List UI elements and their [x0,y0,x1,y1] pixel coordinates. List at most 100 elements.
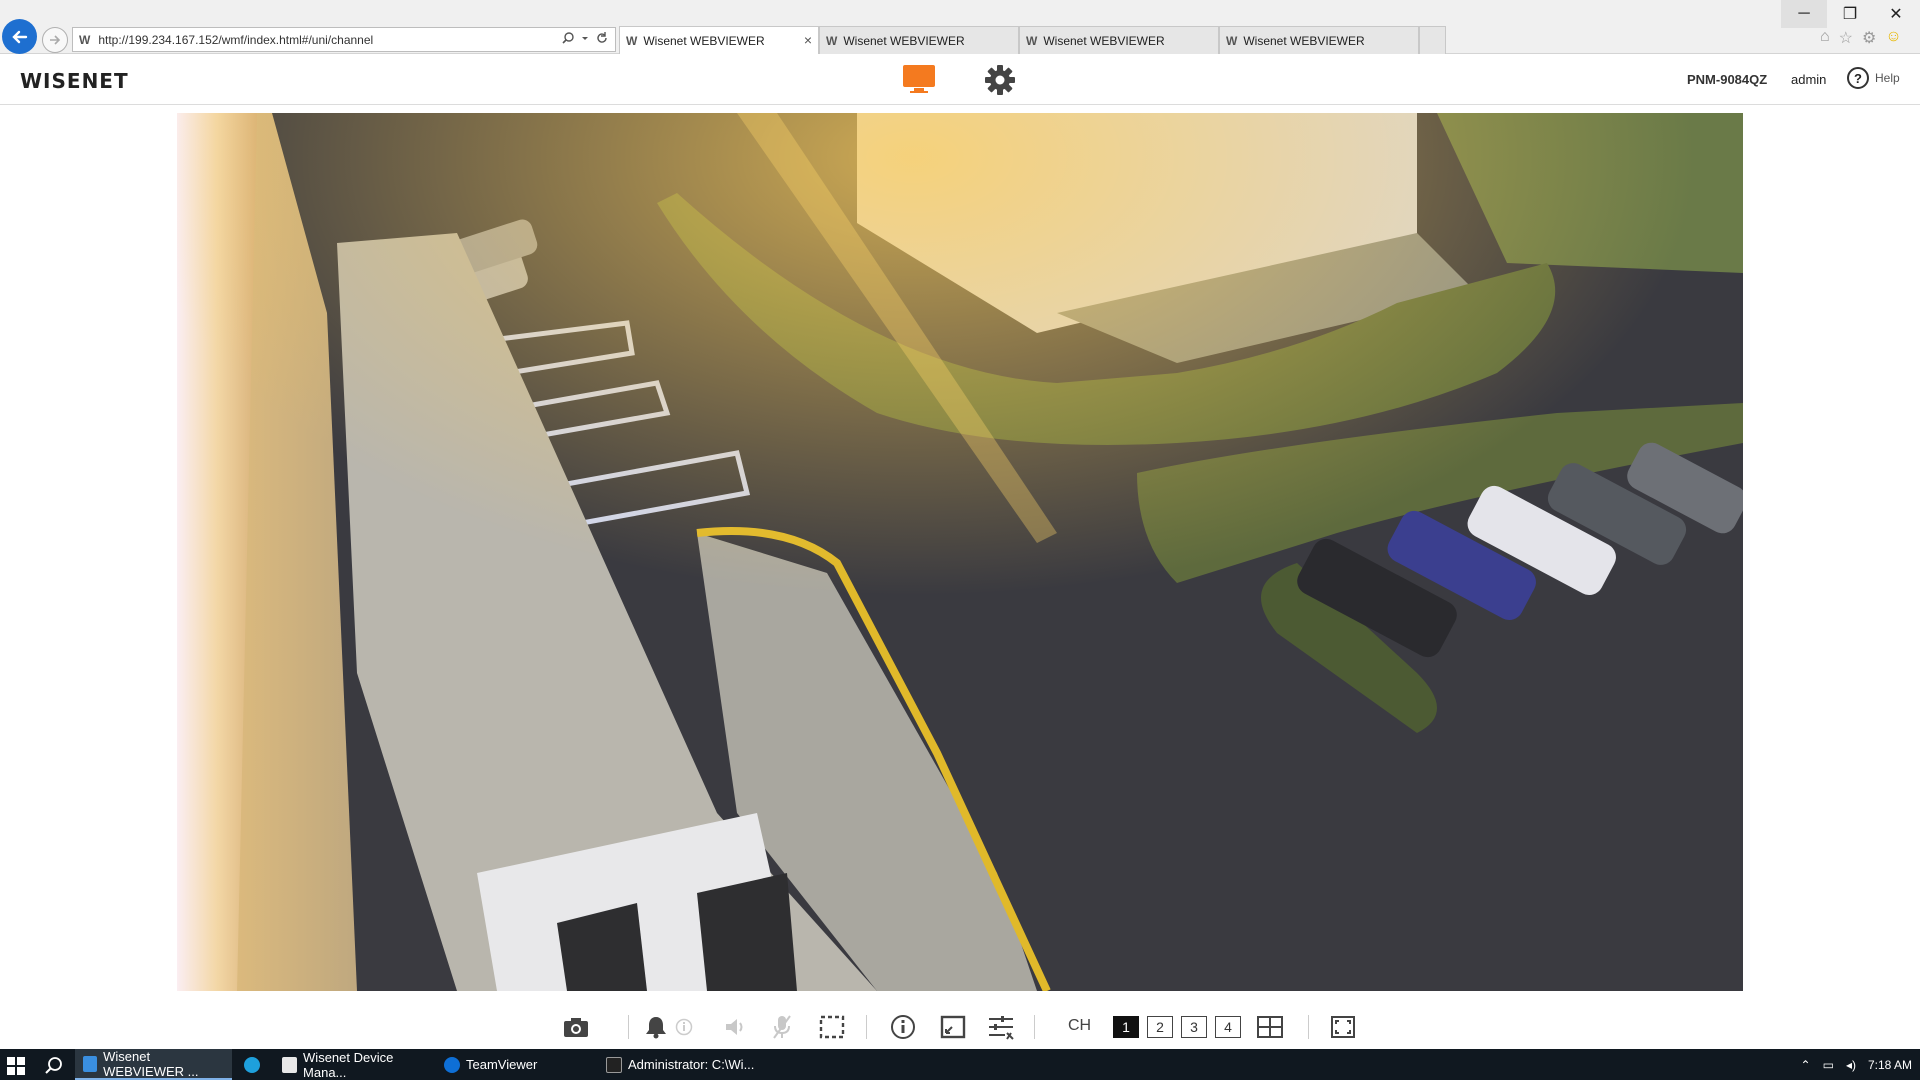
teamviewer-icon [444,1056,460,1073]
crop-area-button[interactable] [817,1012,847,1042]
tab-strip: W Wisenet WEBVIEWER × W Wisenet WEBVIEWE… [619,26,1446,54]
camera-scene [177,113,1743,991]
help-button[interactable]: ? Help [1847,67,1900,89]
browser-tab[interactable]: W Wisenet WEBVIEWER [819,26,1019,54]
adjust-button[interactable] [986,1012,1016,1042]
volume-icon[interactable]: ◂) [1846,1058,1856,1072]
browser-chrome: W http://199.234.167.152/wmf/index.html#… [0,0,1920,54]
wisenet-app-icon [282,1056,298,1073]
arrow-right-icon [50,35,61,45]
speaker-button[interactable] [720,1012,750,1042]
taskbar-item-edge[interactable] [236,1049,270,1080]
channel-2-button[interactable]: 2 [1147,1016,1173,1038]
info-icon [891,1015,915,1039]
monitor-icon [903,65,935,93]
minimize-button[interactable]: ─ [1781,0,1827,28]
live-view-button[interactable] [902,64,936,94]
home-icon[interactable]: ⌂ [1820,28,1830,48]
split-view-icon [1257,1016,1283,1038]
setup-button[interactable] [984,64,1016,96]
live-video-stream[interactable] [177,113,1743,991]
tab-favicon: W [1226,33,1238,48]
new-tab-button[interactable] [1419,26,1446,54]
close-tab-icon[interactable]: × [804,32,812,48]
chevron-down-icon[interactable] [581,31,589,45]
taskbar-item-webviewer[interactable]: Wisenet WEBVIEWER ... [75,1049,232,1080]
taskbar-item-teamviewer[interactable]: TeamViewer [436,1049,594,1080]
toolbar-divider [1308,1015,1309,1039]
favorites-star-icon[interactable]: ☆ [1839,28,1853,48]
microphone-button[interactable] [767,1012,797,1042]
arrow-left-icon [11,30,27,43]
network-icon[interactable]: ▭ [1823,1058,1834,1072]
channel-3-button[interactable]: 3 [1181,1016,1207,1038]
camera-model: PNM-9084QZ [1687,72,1768,87]
tab-favicon: W [826,33,838,48]
search-icon[interactable] [44,1056,64,1076]
browser-tab[interactable]: W Wisenet WEBVIEWER [1219,26,1419,54]
tools-gear-icon[interactable]: ⚙ [1862,28,1876,48]
aspect-ratio-icon [940,1015,966,1039]
edge-icon [244,1056,260,1073]
taskbar-item-label: TeamViewer [466,1057,538,1072]
restore-button[interactable]: ❐ [1827,0,1873,28]
address-bar[interactable]: W http://199.234.167.152/wmf/index.html#… [72,27,616,52]
microphone-icon [773,1015,791,1039]
info-button[interactable] [888,1012,918,1042]
site-favicon: W [79,32,91,47]
toolbar-divider [866,1015,867,1039]
help-icon: ? [1847,67,1869,89]
tab-title: Wisenet WEBVIEWER [643,33,765,48]
alarm-bell-icon [646,1017,666,1039]
fullscreen-icon [1331,1016,1355,1038]
help-label: Help [1875,71,1900,85]
search-icon[interactable] [561,31,575,45]
browser-tab[interactable]: W Wisenet WEBVIEWER [1019,26,1219,54]
taskbar-item-label: Wisenet WEBVIEWER ... [103,1048,199,1079]
refresh-icon[interactable] [595,31,609,45]
taskbar-item-device-manager[interactable]: Wisenet Device Mana... [274,1049,432,1080]
app-header: WISENET PNM-9084QZ admin ? Help [0,55,1920,105]
close-window-button[interactable]: ✕ [1873,0,1919,28]
wisenet-logo: WISENET [20,69,129,93]
browser-tab[interactable]: W Wisenet WEBVIEWER × [619,26,819,54]
capture-camera-icon [564,1018,588,1037]
viewer-toolbar: CH 1 2 3 4 [0,1005,1920,1047]
forward-button[interactable] [42,27,68,53]
fullscreen-button[interactable] [1328,1012,1358,1042]
alarm-info-button[interactable] [669,1012,699,1042]
clock[interactable]: 7:18 AM [1868,1058,1912,1072]
speaker-icon [726,1019,743,1035]
split-view-button[interactable] [1255,1012,1285,1042]
channel-1-button[interactable]: 1 [1113,1016,1139,1038]
adjust-sliders-icon [989,1016,1014,1040]
system-tray: ⌃ ▭ ◂) 7:18 AM [1801,1049,1912,1080]
toolbar-divider [628,1015,629,1039]
tab-title: Wisenet WEBVIEWER [1243,33,1365,48]
channel-4-button[interactable]: 4 [1215,1016,1241,1038]
ie-icon [83,1055,98,1072]
taskbar-item-label: Wisenet Device Mana... [303,1049,394,1080]
tab-favicon: W [1026,33,1038,48]
feedback-smiley-icon[interactable]: ☺ [1885,28,1901,48]
crop-area-icon [819,1015,845,1039]
command-prompt-icon [606,1056,622,1073]
taskbar-item-label: Administrator: C:\Wi... [628,1057,755,1072]
tab-favicon: W [626,33,638,48]
aspect-ratio-button[interactable] [938,1012,968,1042]
tab-title: Wisenet WEBVIEWER [843,33,965,48]
chevron-up-icon[interactable]: ⌃ [1801,1058,1811,1072]
channel-label: CH [1068,1017,1092,1034]
capture-button[interactable] [561,1012,591,1042]
tab-title: Wisenet WEBVIEWER [1043,33,1165,48]
windows-start-icon[interactable] [7,1057,25,1075]
user-name[interactable]: admin [1791,72,1826,87]
taskbar-item-cmd[interactable]: Administrator: C:\Wi... [598,1049,756,1080]
back-button[interactable] [2,19,37,54]
alarm-button[interactable] [641,1012,671,1042]
windows-taskbar: Wisenet WEBVIEWER ... Wisenet Device Man… [0,1049,1920,1080]
alarm-info-icon [675,1018,693,1036]
toolbar-divider [1034,1015,1035,1039]
settings-gear-icon [985,65,1015,95]
url-text: http://199.234.167.152/wmf/index.html#/u… [98,32,374,47]
